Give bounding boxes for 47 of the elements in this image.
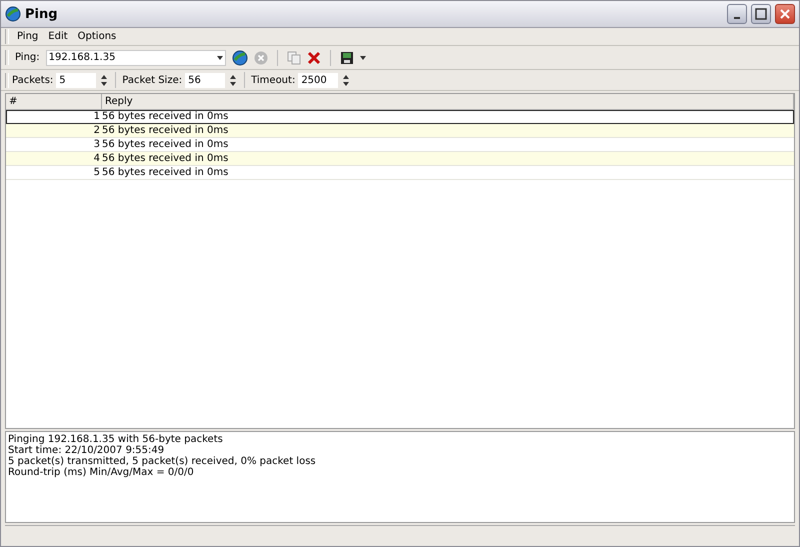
table-row[interactable]: 2 56 bytes received in 0ms: [6, 124, 794, 138]
host-field[interactable]: 192.168.1.35: [46, 50, 226, 66]
maximize-icon: [755, 8, 767, 20]
table-cell-text: 56 bytes received in 0ms: [102, 152, 230, 166]
dropdown-arrow-icon[interactable]: [360, 56, 366, 60]
table-cell-text: 56 bytes received in 0ms: [102, 138, 230, 152]
menu-item[interactable]: Edit: [46, 31, 70, 42]
log-line: Pinging 192.168.1.35 with 56-byte packets: [8, 434, 223, 445]
column-header[interactable]: Reply: [102, 94, 794, 109]
menu-item[interactable]: Ping: [15, 31, 40, 42]
table-cell-text: 3: [92, 138, 101, 152]
table-cell-text: 4: [92, 152, 101, 166]
maximize-button[interactable]: [751, 4, 771, 24]
table-row[interactable]: 1 56 bytes received in 0ms: [6, 110, 794, 124]
table-cell-text: 56 bytes received in 0ms: [102, 110, 230, 124]
option-label: Packets:: [12, 74, 54, 86]
column-header[interactable]: #: [6, 94, 102, 109]
spin-arrows-icon[interactable]: [341, 72, 352, 88]
close-icon: [779, 8, 791, 20]
table-cell-text: 1: [92, 110, 101, 124]
dropdown-arrow-icon: [216, 56, 223, 60]
window-title: Ping: [25, 6, 59, 22]
table-cell-text: 56 bytes received in 0ms: [102, 124, 230, 138]
spin-field[interactable]: 5: [56, 72, 96, 88]
table-row[interactable]: 5 56 bytes received in 0ms: [6, 166, 794, 180]
host-label: Ping:: [15, 52, 40, 63]
globe-icon[interactable]: [232, 50, 248, 66]
globe-icon: [5, 6, 21, 22]
log-line: Start time: 22/10/2007 9:55:49: [8, 445, 164, 456]
log-line: 5 packet(s) transmitted, 5 packet(s) received, 0% packet loss: [8, 456, 316, 467]
minimize-button[interactable]: [727, 4, 747, 24]
option-label: Packet Size:: [122, 74, 182, 86]
table-row[interactable]: 4 56 bytes received in 0ms: [6, 152, 794, 166]
minimize-icon: [734, 17, 740, 19]
spin-arrows-icon[interactable]: [228, 72, 238, 88]
option-label: Timeout:: [251, 74, 296, 86]
spin-field[interactable]: 56: [185, 72, 226, 88]
table-cell-text: 56 bytes received in 0ms: [102, 166, 230, 180]
menu-item[interactable]: Options: [76, 31, 118, 42]
table-cell-text: 2: [92, 124, 101, 138]
save-icon[interactable]: [340, 50, 354, 64]
spin-arrows-icon[interactable]: [99, 72, 110, 88]
table-cell-text: 5: [92, 166, 101, 180]
delete-icon[interactable]: [306, 50, 321, 64]
log-line: Round-trip (ms) Min/Avg/Max = 0/0/0: [8, 467, 194, 478]
spin-field[interactable]: 2500: [298, 72, 338, 88]
close-button[interactable]: [775, 4, 795, 24]
